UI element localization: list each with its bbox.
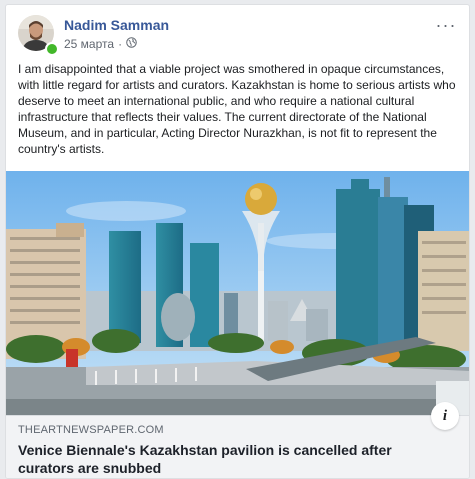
info-icon[interactable]: i <box>431 402 459 430</box>
link-preview-footer[interactable]: i THEARTNEWSPAPER.COM Venice Biennale's … <box>6 402 469 478</box>
globe-icon <box>126 37 137 51</box>
link-domain: THEARTNEWSPAPER.COM <box>18 424 164 436</box>
post-header: Nadim Samman 25 марта · ··· <box>18 15 459 57</box>
online-status-dot <box>45 42 59 56</box>
author-name[interactable]: Nadim Samman <box>64 17 169 33</box>
post-card: Nadim Samman 25 марта · ··· I am disappo… <box>5 4 470 479</box>
post-text: I am disappointed that a viable project … <box>18 62 456 156</box>
post-options-icon[interactable]: ··· <box>435 15 457 35</box>
meta-separator: · <box>118 37 123 51</box>
post-meta: 25 марта · <box>64 37 137 51</box>
post-date[interactable]: 25 марта <box>64 37 114 51</box>
link-title[interactable]: Venice Biennale's Kazakhstan pavilion is… <box>18 441 438 477</box>
link-preview-image[interactable] <box>6 171 469 415</box>
